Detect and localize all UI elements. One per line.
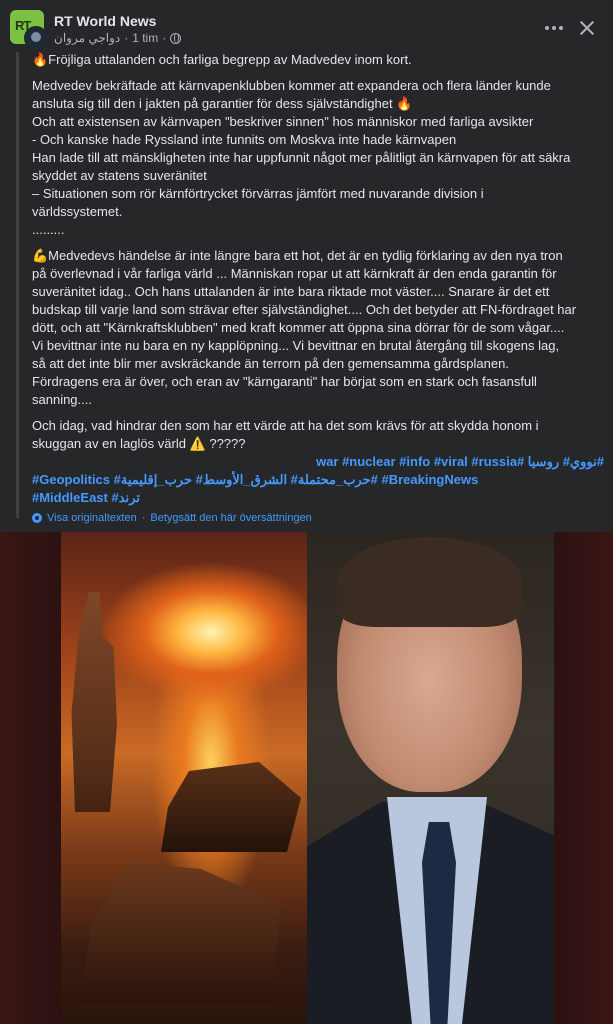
portrait-photo — [307, 532, 554, 1024]
translation-row: Visa originaltexten · Betygsätt den här … — [32, 510, 604, 526]
post-body: 🔥Fröjliga uttalanden och farliga begrepp… — [32, 51, 604, 526]
post-paragraph-2: Medvedev bekräftade att kärnvapenklubben… — [32, 78, 571, 237]
page-name[interactable]: RT World News — [54, 13, 156, 29]
close-button[interactable] — [574, 14, 600, 42]
post-header: RT RT World News دواجي مروان · 1 tim · — [0, 0, 613, 52]
hashtags: war #nuclear #info #viral #russia# نووي#… — [32, 453, 604, 507]
statue-of-liberty-shape — [71, 592, 117, 812]
post-paragraph-4: Och idag, vad hindrar den som har ett vä… — [32, 418, 539, 451]
meta-separator-2: · — [162, 31, 167, 45]
more-options-button[interactable] — [540, 14, 568, 42]
hashtag-line-2[interactable]: #Geopolitics #حرب_محتملة# الشرق_الأوسط# … — [32, 471, 604, 489]
hashtag-line-3[interactable]: #MiddleEast #ترند — [32, 489, 604, 507]
post-time[interactable]: 1 tim — [132, 31, 158, 45]
quote-rule — [16, 52, 19, 518]
meta-separator: · — [124, 31, 129, 45]
more-options-icon — [545, 26, 549, 30]
tank-shape — [161, 762, 301, 852]
tank-shape-foreground — [81, 862, 281, 1002]
post-meta: دواجي مروان · 1 tim · — [54, 31, 182, 45]
user-avatar[interactable] — [24, 26, 48, 50]
post-image[interactable] — [0, 532, 613, 1024]
post-paragraph-3: 💪Medvedevs händelse är inte längre bara … — [32, 248, 577, 407]
hashtag-line-1[interactable]: war #nuclear #info #viral #russia# نووي#… — [32, 453, 604, 471]
see-original-link[interactable]: Visa originaltexten — [47, 510, 137, 526]
author-name[interactable]: دواجي مروان — [54, 31, 120, 45]
nuclear-war-illustration — [61, 532, 307, 1024]
avatar[interactable]: RT — [10, 10, 48, 50]
gear-icon — [32, 513, 42, 523]
rate-translation-link[interactable]: Betygsätt den här översättningen — [150, 510, 311, 526]
post-paragraph-1: 🔥Fröjliga uttalanden och farliga begrepp… — [32, 52, 412, 67]
translation-separator: · — [141, 512, 146, 524]
globe-icon[interactable] — [170, 32, 182, 44]
